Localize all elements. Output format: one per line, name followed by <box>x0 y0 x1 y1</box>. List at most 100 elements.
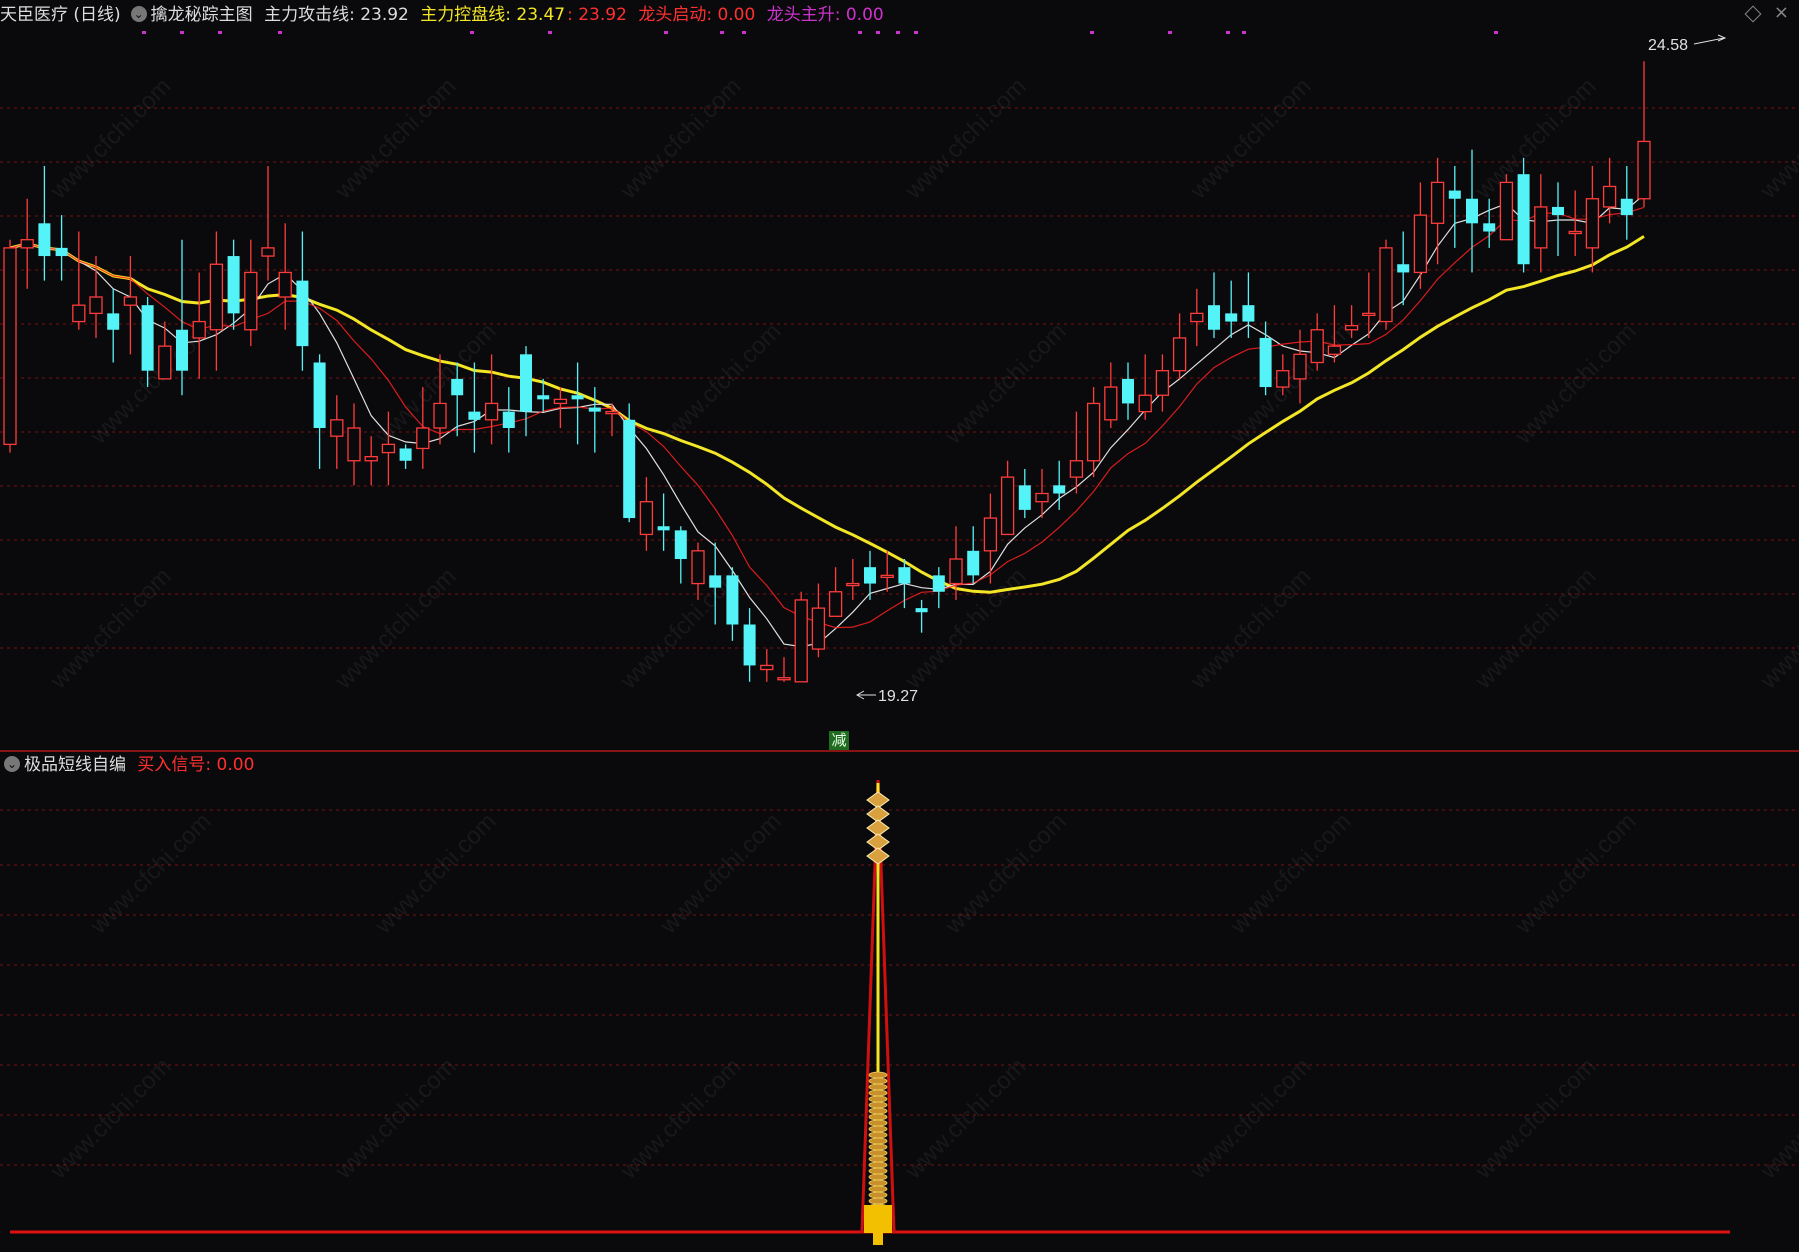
candle-body <box>1620 198 1633 216</box>
spike-coil-icon <box>868 1167 888 1175</box>
watermark-text: www.cfchi.com <box>1224 318 1356 450</box>
watermark-text: www.cfchi.com <box>44 73 176 205</box>
candle-body <box>227 256 240 314</box>
spike-coil-icon <box>868 1161 888 1169</box>
candlestick-series[interactable] <box>3 61 1651 683</box>
watermark-text: www.cfchi.com <box>1754 1053 1799 1185</box>
candle-body <box>278 271 292 298</box>
candle-body <box>726 575 739 625</box>
signal-badge: 减 <box>829 731 849 750</box>
spike-coil-icon <box>868 1101 888 1109</box>
candle-body <box>313 362 326 428</box>
signal-dot <box>664 31 668 34</box>
candle-body <box>537 395 550 400</box>
candle-body <box>1552 206 1564 216</box>
candle-body <box>588 407 601 412</box>
watermark-text: www.cfchi.com <box>939 318 1071 450</box>
sub-pane-header: ⌄ 极品短线自编 买入信号: 0.00 <box>0 750 260 780</box>
candle-body <box>1035 492 1049 503</box>
indicator-name[interactable]: 擒龙秘踪主图 <box>151 5 253 25</box>
candle-body <box>1517 174 1530 265</box>
candle-body <box>639 501 654 536</box>
close-icon[interactable]: × <box>1774 2 1789 23</box>
spike-coil-icon <box>868 1083 888 1091</box>
sub-indicator-name[interactable]: 极品短线自编 <box>24 755 126 775</box>
main-pane-header: 天臣医疗 (日线) ⌄ 擒龙秘踪主图 主力攻击线: 23.92 主力控盘线: 23.… <box>0 0 890 30</box>
candle-body <box>1122 378 1134 404</box>
watermark-text: www.cfchi.com <box>899 563 1031 695</box>
chevron-down-icon[interactable]: ⌄ <box>130 6 147 22</box>
dragon-signal-dots <box>142 31 1498 34</box>
spike-coil-icon <box>868 1155 888 1163</box>
candle-body <box>691 550 705 585</box>
candle-body <box>1344 325 1359 331</box>
signal-dot <box>470 31 474 34</box>
watermark-text: www.cfchi.com <box>654 808 786 940</box>
candle-body <box>296 280 309 347</box>
watermark-text: www.cfchi.com <box>939 808 1071 940</box>
spike-coil-icon <box>868 1197 888 1205</box>
candle-body <box>1483 223 1496 232</box>
candle-body <box>1379 247 1393 323</box>
candle-body <box>1466 198 1478 224</box>
candle-body <box>1259 337 1272 388</box>
watermark-text: www.cfchi.com <box>1184 73 1316 205</box>
watermark-text: www.cfchi.com <box>1224 808 1356 940</box>
spike-coil-icon <box>868 1143 888 1151</box>
dragon-rise-value: 龙头主升: 0.00 <box>766 5 884 25</box>
candle-body <box>1225 313 1238 322</box>
signal-dot <box>876 31 880 34</box>
spike-coil-icon <box>868 1173 888 1181</box>
sub-indicator-pane[interactable] <box>10 779 1730 1245</box>
candle-body <box>381 443 396 454</box>
candle-body <box>1568 230 1582 235</box>
candle-body <box>1276 370 1290 388</box>
candle-body <box>347 427 361 462</box>
candle-body <box>794 599 808 683</box>
candle-body <box>967 550 980 576</box>
spike-coil-icon <box>868 1113 888 1121</box>
candle-body <box>828 591 843 617</box>
spike-coil-icon <box>868 1137 888 1145</box>
candle-body <box>416 427 430 450</box>
signal-dot <box>858 31 862 34</box>
candle-body <box>468 411 481 420</box>
candle-body <box>1208 305 1220 330</box>
stock-chart[interactable]: www.cfchi.com www.cfchi.com www.cfchi.com w… <box>0 0 1799 1252</box>
signal-dot <box>278 31 282 34</box>
signal-dot <box>914 31 918 34</box>
candle-body <box>1293 353 1307 380</box>
candle-body <box>72 304 86 323</box>
watermark-text: www.cfchi.com <box>1509 808 1641 940</box>
spike-coil-icon <box>868 1095 888 1103</box>
candle-body <box>949 558 963 585</box>
spike-ornament-icon <box>866 847 890 865</box>
candle-body <box>1086 402 1101 462</box>
candle-body <box>1602 185 1617 208</box>
signal-dot <box>218 31 222 34</box>
chevron-down-icon[interactable]: ⌄ <box>4 756 20 772</box>
spike-coil-icon <box>868 1179 888 1187</box>
spike-coil-icon <box>868 1107 888 1115</box>
spike-coil-icon <box>868 1131 888 1139</box>
candle-body <box>1242 305 1255 322</box>
candle-body <box>451 378 464 396</box>
candle-body <box>1104 386 1118 421</box>
candle-body <box>571 395 584 400</box>
candle-body <box>399 448 412 461</box>
candle-body <box>1053 485 1066 494</box>
candle-body <box>623 419 636 519</box>
candle-body <box>38 223 51 257</box>
candle-body <box>1448 190 1461 199</box>
candle-body <box>1534 206 1548 249</box>
signal-dot <box>742 31 746 34</box>
spike-coil-icon <box>868 1077 888 1085</box>
candle-body <box>1310 329 1324 364</box>
candle-body <box>760 664 774 671</box>
spike-coil-icon <box>868 1185 888 1193</box>
moving-average-lines <box>9 194 1645 648</box>
watermark-text: www.cfchi.com <box>1469 73 1601 205</box>
watermark-text: www.cfchi.com <box>1509 318 1641 450</box>
candle-body <box>777 677 791 681</box>
candle-body <box>605 410 619 415</box>
